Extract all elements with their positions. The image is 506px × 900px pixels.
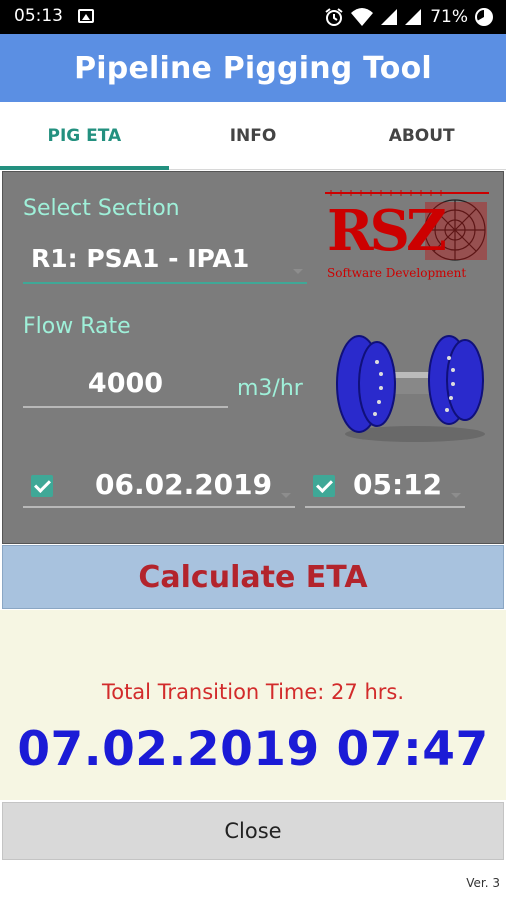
status-time: 05:13	[14, 6, 63, 26]
logo-text: Software Development	[327, 266, 467, 280]
time-picker[interactable]: 05:12	[305, 462, 465, 508]
transition-time-text: Total Transition Time: 27 hrs.	[101, 680, 405, 704]
battery-icon	[475, 8, 493, 26]
signal-icon	[381, 9, 398, 25]
date-value: 06.02.2019	[95, 468, 273, 501]
section-value: R1: PSA1 - IPA1	[31, 244, 250, 273]
pipeline-pig-image	[336, 335, 485, 442]
close-button[interactable]: Close	[2, 802, 504, 860]
app-title: Pipeline Pigging Tool	[74, 50, 432, 86]
logo-mark: RSZ	[327, 198, 447, 264]
dropdown-arrow-icon	[451, 493, 461, 498]
battery-percent: 71%	[430, 7, 468, 27]
flow-rate-label: Flow Rate	[23, 314, 131, 339]
calculate-eta-button[interactable]: Calculate ETA	[2, 545, 504, 609]
close-label: Close	[224, 819, 282, 843]
wifi-icon	[351, 8, 374, 26]
section-select[interactable]: R1: PSA1 - IPA1	[23, 240, 307, 284]
eta-result: 07.02.2019 07:47	[17, 722, 489, 777]
tab-bar: PIG ETA INFO ABOUT	[0, 102, 506, 170]
date-picker[interactable]: 06.02.2019	[23, 462, 295, 508]
alarm-icon	[325, 8, 343, 26]
app-title-bar: Pipeline Pigging Tool	[0, 34, 506, 102]
tab-pig-eta[interactable]: PIG ETA	[0, 102, 169, 170]
version-text: Ver. 3	[466, 876, 500, 890]
status-bar: 05:13 71%	[0, 0, 506, 34]
calculate-eta-label: Calculate ETA	[138, 559, 368, 595]
dropdown-arrow-icon	[281, 493, 291, 498]
flow-rate-value: 4000	[87, 367, 164, 399]
tab-info[interactable]: INFO	[169, 102, 338, 169]
section-label: Select Section	[23, 196, 180, 221]
tab-about[interactable]: ABOUT	[337, 102, 506, 169]
dropdown-arrow-icon	[293, 269, 303, 274]
time-value: 05:12	[353, 468, 443, 501]
company-logo: RSZ Software Development	[321, 188, 493, 286]
image-icon	[78, 9, 94, 23]
input-panel: Select Section R1: PSA1 - IPA1 RSZ Softw…	[2, 171, 504, 544]
app-root: 05:13 71% Pipeline Pigging Tool PIG ETA …	[0, 0, 506, 900]
date-checkbox[interactable]	[31, 475, 53, 497]
flow-rate-input[interactable]: 4000	[23, 360, 228, 408]
flow-rate-unit: m3/hr	[237, 376, 303, 401]
status-icons: 71%	[324, 5, 494, 29]
time-checkbox[interactable]	[313, 475, 335, 497]
signal-icon	[405, 9, 422, 25]
result-panel: Total Transition Time: 27 hrs. 07.02.201…	[0, 610, 506, 800]
